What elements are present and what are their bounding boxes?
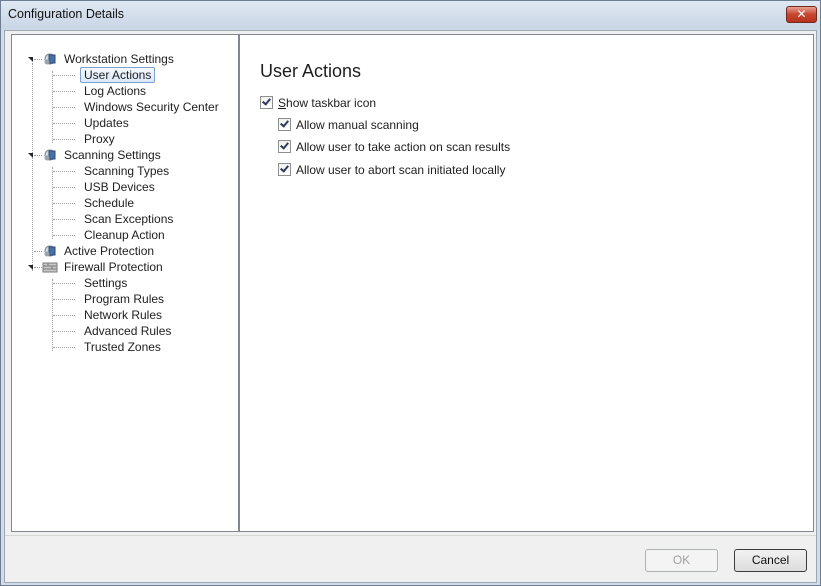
tree-group-active-protection[interactable]: Active Protection — [62, 243, 156, 259]
tree-item-log-actions[interactable]: Log Actions — [82, 83, 148, 99]
expand-toggle-icon[interactable] — [28, 265, 33, 270]
tree-connector — [34, 251, 42, 252]
tree-item-network-rules[interactable]: Network Rules — [82, 307, 164, 323]
allow-action-on-results-option[interactable]: Allow user to take action on scan result… — [278, 139, 510, 155]
ok-button[interactable]: OK — [645, 549, 718, 572]
close-button[interactable]: ✕ — [786, 6, 817, 23]
tree-connector — [53, 283, 75, 284]
tree-item-schedule[interactable]: Schedule — [82, 195, 136, 211]
tree-item-label: Updates — [84, 116, 129, 130]
tree-connector — [53, 139, 75, 140]
expand-toggle-icon[interactable] — [28, 153, 33, 158]
option-label: Allow user to take action on scan result… — [296, 139, 511, 154]
tree-item-label: Firewall Protection — [64, 260, 163, 274]
configuration-details-window: Configuration Details ✕ Workstation Sett… — [0, 0, 821, 586]
tree-item-scan-exceptions[interactable]: Scan Exceptions — [82, 211, 175, 227]
tree-item-user-actions[interactable]: User Actions — [80, 67, 156, 83]
firewall-protection-icon — [42, 260, 58, 274]
check-mark-icon — [280, 140, 289, 150]
tree-item-cleanup-action[interactable]: Cleanup Action — [82, 227, 167, 243]
option-label: Allow manual scanning — [296, 117, 419, 132]
tree-group-firewall-protection[interactable]: Firewall Protection — [62, 259, 165, 275]
tree-item-label: Schedule — [84, 196, 135, 210]
tree-item-label: Proxy — [84, 132, 115, 146]
tree-connector — [53, 219, 75, 220]
tree-item-program-rules[interactable]: Program Rules — [82, 291, 166, 307]
tree-item-label: USB Devices — [84, 180, 155, 194]
allow-manual-scanning-checkbox[interactable] — [278, 118, 291, 132]
settings-tree: Workstation Settings User Actions Log Acti… — [11, 34, 239, 532]
tree-connector — [34, 59, 42, 60]
tree-item-label: Active Protection — [64, 244, 155, 258]
option-label: Allow user to abort scan initiated local… — [296, 162, 506, 177]
tree-connector — [53, 203, 75, 204]
tree-item-updates[interactable]: Updates — [82, 115, 131, 131]
tree-item-label: User Actions — [80, 67, 156, 83]
allow-abort-scan-checkbox[interactable] — [278, 163, 291, 177]
tree-item-label: Workstation Settings — [64, 52, 174, 66]
tree-item-proxy[interactable]: Proxy — [82, 131, 117, 147]
allow-action-on-results-checkbox[interactable] — [278, 140, 291, 154]
tree-connector — [34, 267, 42, 268]
show-taskbar-icon-checkbox[interactable] — [260, 96, 273, 110]
tree-item-windows-security-center[interactable]: Windows Security Center — [82, 99, 221, 115]
tree-item-label: Log Actions — [84, 84, 147, 98]
active-protection-icon — [42, 244, 58, 258]
tree-item-label: Settings — [84, 276, 128, 290]
tree-connector — [53, 91, 75, 92]
dialog-client-area: Workstation Settings User Actions Log Acti… — [4, 30, 817, 583]
tree-item-label: Scan Exceptions — [84, 212, 174, 226]
tree-connector — [53, 187, 75, 188]
cancel-button[interactable]: Cancel — [734, 549, 807, 572]
check-mark-icon — [280, 118, 289, 128]
window-title: Configuration Details — [8, 7, 125, 21]
tree-item-label: Cleanup Action — [84, 228, 165, 242]
tree-item-usb-devices[interactable]: USB Devices — [82, 179, 157, 195]
tree-item-label: Network Rules — [84, 308, 163, 322]
tree-group-workstation-settings[interactable]: Workstation Settings — [62, 51, 176, 67]
check-mark-icon — [280, 163, 289, 173]
tree-item-scanning-types[interactable]: Scanning Types — [82, 163, 171, 179]
tree-connector — [53, 347, 75, 348]
check-mark-icon — [262, 96, 271, 106]
allow-abort-scan-option[interactable]: Allow user to abort scan initiated local… — [278, 162, 505, 178]
tree-connector — [53, 123, 75, 124]
page-title: User Actions — [260, 61, 362, 81]
user-actions-panel: User Actions Show taskbar icon Allow man… — [239, 34, 814, 532]
tree-item-label: Advanced Rules — [84, 324, 172, 338]
tree-connector — [53, 235, 75, 236]
tree-connector — [53, 171, 75, 172]
scanning-settings-icon — [42, 148, 58, 162]
tree-connector — [53, 315, 75, 316]
show-taskbar-icon-option[interactable]: Show taskbar icon — [260, 95, 376, 111]
tree-item-advanced-rules[interactable]: Advanced Rules — [82, 323, 173, 339]
show-taskbar-icon-label: Show taskbar icon — [278, 95, 377, 110]
tree-item-label: Scanning Settings — [64, 148, 161, 162]
tree-connector — [53, 299, 75, 300]
tree-item-settings[interactable]: Settings — [82, 275, 129, 291]
allow-manual-scanning-option[interactable]: Allow manual scanning — [278, 117, 419, 133]
tree-connector — [53, 75, 75, 76]
close-icon: ✕ — [796, 7, 807, 21]
tree-item-label: Trusted Zones — [84, 340, 161, 354]
tree-item-label: Windows Security Center — [84, 100, 219, 114]
tree-item-label: Program Rules — [84, 292, 165, 306]
tree-connector — [53, 107, 75, 108]
tree-connector — [34, 155, 42, 156]
tree-connector — [32, 63, 33, 271]
tree-group-scanning-settings[interactable]: Scanning Settings — [62, 147, 163, 163]
tree-item-label: Scanning Types — [84, 164, 170, 178]
workstation-settings-icon — [42, 52, 58, 66]
tree-item-trusted-zones[interactable]: Trusted Zones — [82, 339, 163, 355]
expand-toggle-icon[interactable] — [28, 57, 33, 62]
title-bar[interactable]: Configuration Details ✕ — [1, 1, 820, 29]
tree-connector — [53, 331, 75, 332]
footer-divider — [5, 535, 816, 536]
